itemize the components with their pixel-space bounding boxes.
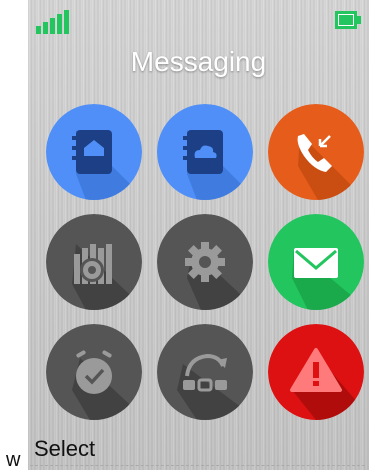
page-title: Messaging <box>130 46 267 77</box>
menu-item-call-list[interactable] <box>268 104 364 200</box>
connections-icon <box>157 324 253 420</box>
battery-icon <box>335 11 363 31</box>
call-list-icon <box>268 104 364 200</box>
cloud-contacts-icon <box>157 104 253 200</box>
select-softkey[interactable]: Select <box>34 436 95 462</box>
menu-item-local-contacts[interactable] <box>46 104 142 200</box>
menu-item-alarm-warning[interactable] <box>268 324 364 420</box>
menu-item-connections[interactable] <box>157 324 253 420</box>
signal-strength-icon <box>36 10 72 34</box>
menu-item-alarm-clock[interactable] <box>46 324 142 420</box>
phone-screen: Messaging <box>28 0 369 470</box>
messaging-envelope-icon <box>268 214 364 310</box>
status-bar <box>28 0 369 40</box>
menu-grid <box>46 104 364 420</box>
alarm-clock-icon <box>46 324 142 420</box>
alarm-warning-icon <box>268 324 364 420</box>
menu-item-settings[interactable] <box>157 214 253 310</box>
softkey-prefix: w <box>6 449 21 471</box>
local-contacts-icon <box>46 104 142 200</box>
menu-item-advanced-settings[interactable] <box>46 214 142 310</box>
settings-advanced-icon <box>46 214 142 310</box>
menu-item-cloud-contacts[interactable] <box>157 104 253 200</box>
softkey-divider <box>30 465 365 466</box>
menu-item-messaging[interactable] <box>268 214 364 310</box>
settings-gear-icon <box>157 214 253 310</box>
